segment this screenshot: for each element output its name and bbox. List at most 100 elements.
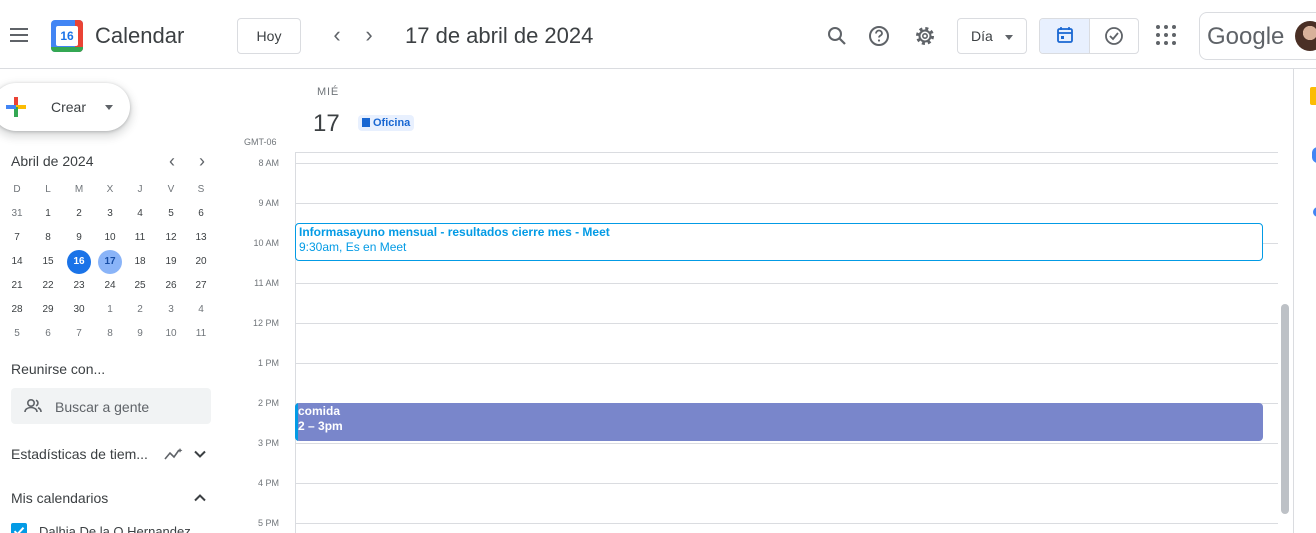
today-button[interactable]: Hoy [237,18,301,54]
hour-line [296,203,1278,204]
mini-day[interactable]: 3 [95,202,125,226]
mini-day[interactable]: 4 [125,202,155,226]
tasks-icon[interactable] [1312,147,1316,163]
hour-label: 5 PM [257,518,279,528]
tasks-view-toggle[interactable] [1090,19,1138,53]
mini-prev-month-icon[interactable]: ‹ [162,152,182,170]
day-number[interactable]: 17 [313,110,340,138]
account-switcher[interactable]: Google [1199,12,1316,60]
next-day-icon[interactable]: › [355,22,383,50]
keep-icon[interactable] [1310,87,1316,105]
my-calendars-title[interactable]: Mis calendarios [11,490,108,506]
chevron-down-icon[interactable] [192,446,208,462]
hour-line [296,152,1278,153]
hour-label: 8 AM [258,158,279,168]
day-name: MIÉ [317,86,339,98]
weekday-head: X [106,184,114,195]
mini-day[interactable]: 2 [64,202,94,226]
mini-day[interactable]: 2 [125,298,155,322]
hour-line [296,163,1278,164]
mini-day[interactable]: 4 [186,298,216,322]
mini-day[interactable]: 1 [33,202,63,226]
create-label: Crear [51,99,87,115]
search-people-field[interactable]: Buscar a gente [11,388,211,424]
google-brand: Google [1207,23,1285,50]
event-comida[interactable]: comida 2 – 3pm [295,403,1263,441]
mini-day[interactable]: 1 [95,298,125,322]
mini-day[interactable]: 30 [64,298,94,322]
hour-label: 1 PM [257,358,279,368]
mini-day[interactable]: 26 [156,274,186,298]
mini-day[interactable]: 23 [64,274,94,298]
mini-day[interactable]: 22 [33,274,63,298]
mini-day[interactable]: 11 [186,322,216,346]
mini-day[interactable]: 8 [33,226,63,250]
mini-day[interactable]: 9 [125,322,155,346]
calendar-logo-icon: 16 [51,20,83,52]
mini-day[interactable]: 9 [64,226,94,250]
mini-day[interactable]: 12 [156,226,186,250]
mini-calendar-title: Abril de 2024 [11,153,94,169]
mini-day[interactable]: 24 [95,274,125,298]
hour-label: 4 PM [257,478,279,488]
weekday-head: V [167,184,175,195]
mini-day[interactable]: 25 [125,274,155,298]
working-location-chip[interactable]: Oficina [358,115,415,131]
hour-line [296,363,1278,364]
avatar[interactable] [1295,21,1316,51]
mini-day[interactable]: 18 [125,250,155,274]
people-icon [24,398,42,413]
day-grid[interactable] [295,152,1278,533]
hour-label: 9 AM [258,198,279,208]
calendar-view-toggle[interactable] [1040,19,1090,53]
calendar-checkbox[interactable] [11,523,27,533]
side-panel [1293,69,1316,533]
mini-day[interactable]: 27 [186,274,216,298]
mini-day-today[interactable]: 16 [64,250,94,274]
event-informasayuno[interactable]: Informasayuno mensual - resultados cierr… [295,223,1263,261]
main-menu-icon[interactable] [6,22,32,48]
mini-day[interactable]: 11 [125,226,155,250]
view-selector[interactable]: Día [957,18,1027,54]
mini-day[interactable]: 7 [64,322,94,346]
mini-day[interactable]: 13 [186,226,216,250]
top-bar: 16 Calendar Hoy ‹ › 17 de abril de 2024 … [0,0,1316,69]
mini-day-selected[interactable]: 17 [95,250,125,274]
mini-day[interactable]: 29 [33,298,63,322]
settings-gear-icon[interactable] [911,22,939,50]
create-button[interactable]: Crear [0,83,130,131]
mini-day[interactable]: 14 [2,250,32,274]
mini-day[interactable]: 6 [186,202,216,226]
help-icon[interactable] [865,22,893,50]
mini-day[interactable]: 8 [95,322,125,346]
mini-day[interactable]: 19 [156,250,186,274]
event-detail: 2 – 3pm [298,419,343,433]
event-detail: 9:30am, Es en Meet [299,240,407,254]
apps-grid-icon[interactable] [1155,24,1177,46]
mini-day[interactable]: 5 [2,322,32,346]
mini-day[interactable]: 31 [2,202,32,226]
mini-day[interactable]: 10 [156,322,186,346]
mini-day[interactable]: 6 [33,322,63,346]
weekday-head: D [13,184,21,195]
mini-next-month-icon[interactable]: › [192,152,212,170]
logo-day: 16 [56,26,78,46]
mini-day[interactable]: 5 [156,202,186,226]
search-icon[interactable] [823,22,851,50]
hour-label: 10 AM [253,238,279,248]
mini-day[interactable]: 21 [2,274,32,298]
mini-day[interactable]: 10 [95,226,125,250]
chevron-up-icon[interactable] [192,490,208,506]
previous-day-icon[interactable]: ‹ [323,22,351,50]
mini-day[interactable]: 28 [2,298,32,322]
mini-day[interactable]: 3 [156,298,186,322]
chevron-down-icon [1005,35,1013,40]
search-people-placeholder: Buscar a gente [55,399,150,415]
mini-day[interactable]: 20 [186,250,216,274]
hour-line [296,483,1278,484]
mini-day[interactable]: 7 [2,226,32,250]
time-insights-title[interactable]: Estadísticas de tiem... [11,446,148,462]
scrollbar[interactable] [1281,304,1289,514]
mini-day[interactable]: 15 [33,250,63,274]
check-icon [13,527,25,533]
